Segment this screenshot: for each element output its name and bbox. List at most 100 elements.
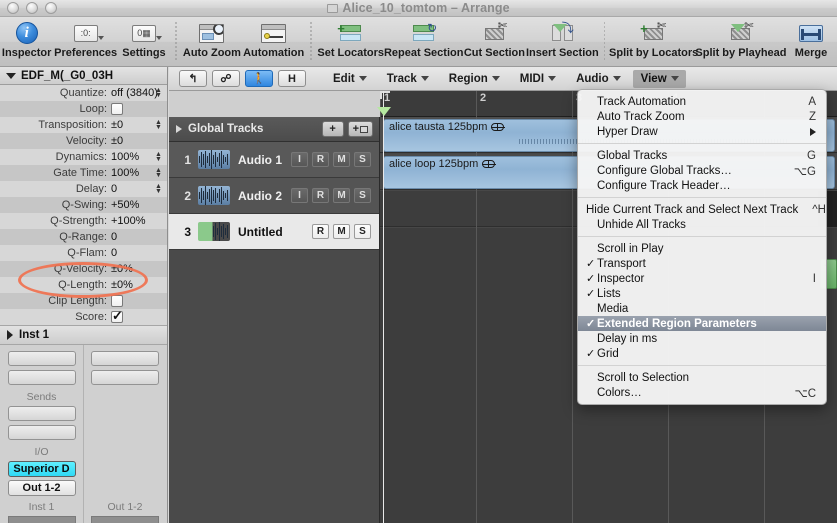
param-row-q-length[interactable]: Q-Length: ±0% (0, 277, 167, 293)
channel-strip-header[interactable]: Inst 1 (0, 325, 167, 345)
track-record-button[interactable]: R (312, 188, 329, 203)
stepper-control[interactable]: ▲ ▼ (154, 167, 163, 179)
menu-item-hide-current-track[interactable]: Hide Current Track and Select Next Track… (578, 202, 826, 217)
toolbar-button-insert-section[interactable]: ⤵ Insert Section (526, 17, 599, 60)
track-name[interactable]: Untitled (238, 225, 283, 239)
track-name[interactable]: Audio 2 (238, 189, 282, 203)
track-solo-button[interactable]: S (354, 188, 371, 203)
insert-slot[interactable] (91, 351, 159, 366)
send-slot[interactable] (7, 406, 76, 421)
menu-track[interactable]: Track (379, 70, 436, 88)
toolbar-button-automation[interactable]: Automation (242, 17, 305, 59)
toolbar-button-inspector[interactable]: i Inspector (0, 17, 53, 59)
score-checkbox[interactable] (111, 308, 123, 324)
menu-midi[interactable]: MIDI (512, 70, 563, 88)
send-slot[interactable] (7, 425, 76, 440)
param-row-q-velocity[interactable]: Q-Velocity: ±0% (0, 261, 167, 277)
menu-item-scroll-in-play[interactable]: Scroll in Play (578, 241, 826, 256)
toolbar-button-settings[interactable]: 0▦ Settings (118, 17, 170, 59)
stepper-control[interactable]: ▲ ▼ (154, 183, 163, 195)
playhead-handle[interactable] (377, 107, 391, 116)
stepper-control[interactable]: ▲ ▼ (154, 119, 163, 131)
track-header-1[interactable]: 1 Audio 1 I R M S (169, 142, 379, 178)
track-record-button[interactable]: R (312, 152, 329, 167)
clip-length-checkbox[interactable] (111, 295, 123, 307)
menu-item-configure-track-header[interactable]: Configure Track Header… (578, 178, 826, 193)
instrument-slot-button[interactable]: Superior D (7, 461, 76, 477)
param-row-loop[interactable]: Loop: (0, 101, 167, 117)
toolbar-button-repeat-section[interactable]: ↻ Repeat Section (384, 17, 463, 60)
track-solo-button[interactable]: S (354, 152, 371, 167)
menu-item-delay-in-ms[interactable]: Delay in ms (578, 331, 826, 346)
track-mute-button[interactable]: M (333, 152, 350, 167)
output-slot-button[interactable]: Out 1-2 (7, 480, 76, 496)
param-row-q-strength[interactable]: Q-Strength: +100% (0, 213, 167, 229)
param-row-delay[interactable]: Delay: 0 ▲ ▼ (0, 181, 167, 197)
toolbar-button-set-locators[interactable]: + Set Locators (317, 17, 385, 60)
menu-item-unhide-all-tracks[interactable]: Unhide All Tracks (578, 217, 826, 232)
param-row-q-swing[interactable]: Q-Swing: +50% (0, 197, 167, 213)
menu-audio[interactable]: Audio (568, 70, 628, 88)
menu-item-configure-global-tracks[interactable]: Configure Global Tracks… ⌥G (578, 163, 826, 178)
track-mute-button[interactable]: M (333, 224, 350, 239)
add-track-button[interactable]: + (321, 121, 344, 137)
insert-slot[interactable] (91, 370, 159, 385)
menu-item-track-automation[interactable]: Track Automation A (578, 94, 826, 109)
toolbar-label: Split by Playhead (695, 47, 787, 59)
menu-item-extended-region-parameters[interactable]: ✓ Extended Region Parameters (578, 316, 826, 331)
param-row-q-flam[interactable]: Q-Flam: 0 (0, 245, 167, 261)
toolbar-button-split-by-playhead[interactable]: ✄ Split by Playhead (695, 17, 787, 59)
track-input-button[interactable]: I (291, 188, 308, 203)
param-row-q-range[interactable]: Q-Range: 0 (0, 229, 167, 245)
toolbar-button-auto-zoom[interactable]: Auto Zoom (182, 17, 242, 59)
menu-item-scroll-to-selection[interactable]: Scroll to Selection (578, 370, 826, 385)
global-tracks-row[interactable]: Global Tracks + + (169, 117, 379, 142)
track-name[interactable]: Audio 1 (238, 153, 282, 167)
insert-section-icon: ⤵ (550, 20, 575, 46)
track-header-3[interactable]: 3 Untitled R M S (169, 214, 379, 250)
menu-item-colors[interactable]: Colors… ⌥C (578, 385, 826, 400)
add-duplicate-track-button[interactable]: + (347, 121, 373, 137)
toolbar-button-split-by-locators[interactable]: + ✄ Split by Locators (609, 17, 698, 59)
param-row-quantize[interactable]: Quantize: off (3840) ▲ ▼ (0, 85, 167, 101)
toolbar-button-merge[interactable]: Merge (785, 17, 837, 59)
link-chain-icon[interactable]: ☍ (212, 70, 240, 87)
menu-edit[interactable]: Edit (325, 70, 374, 88)
disclosure-triangle-right-icon[interactable] (176, 125, 182, 133)
catch-playhead-walker-icon[interactable]: 🚶 (245, 70, 273, 87)
menu-item-lists[interactable]: ✓ Lists (578, 286, 826, 301)
menu-item-media[interactable]: Media (578, 301, 826, 316)
disclosure-triangle-right-icon[interactable] (7, 330, 13, 340)
disclosure-triangle-down-icon[interactable] (6, 72, 16, 79)
view-menu-popup[interactable]: Track Automation A Auto Track Zoom Z Hyp… (577, 89, 827, 405)
track-input-button[interactable]: I (291, 152, 308, 167)
param-row-dynamics[interactable]: Dynamics: 100% ▲ ▼ (0, 149, 167, 165)
inspector-header[interactable]: EDF_M(_G0_03H (0, 67, 167, 85)
param-row-transposition[interactable]: Transposition: ±0 ▲ ▼ (0, 117, 167, 133)
insert-slot[interactable] (7, 351, 76, 366)
param-row-score[interactable]: Score: (0, 308, 167, 325)
insert-slot[interactable] (7, 370, 76, 385)
menu-item-transport[interactable]: ✓ Transport (578, 256, 826, 271)
hide-tracks-button[interactable]: H (278, 70, 306, 87)
param-row-velocity[interactable]: Velocity: ±0 (0, 133, 167, 149)
menu-item-global-tracks[interactable]: Global Tracks G (578, 148, 826, 163)
param-row-clip-length[interactable]: Clip Length: (0, 293, 167, 309)
undo-arrow-icon[interactable]: ↰ (179, 70, 207, 87)
param-row-gate-time[interactable]: Gate Time: 100% ▲ ▼ (0, 165, 167, 181)
toolbar-button-preferences[interactable]: :0: Preferences (53, 17, 118, 59)
loop-checkbox[interactable] (111, 103, 123, 115)
stepper-control[interactable]: ▲ ▼ (154, 151, 163, 163)
menu-item-grid[interactable]: ✓ Grid (578, 346, 826, 361)
menu-item-inspector[interactable]: ✓ Inspector I (578, 271, 826, 286)
track-mute-button[interactable]: M (333, 188, 350, 203)
menu-item-auto-track-zoom[interactable]: Auto Track Zoom Z (578, 109, 826, 124)
menu-view[interactable]: View (632, 69, 686, 88)
toolbar-button-cut-section[interactable]: ✄ Cut Section (463, 17, 526, 59)
track-record-button[interactable]: R (312, 224, 329, 239)
menu-region[interactable]: Region (441, 70, 507, 88)
stepper-control[interactable]: ▲ ▼ (154, 87, 163, 99)
menu-item-hyper-draw[interactable]: Hyper Draw (578, 124, 826, 139)
track-header-2[interactable]: 2 Audio 2 I R M S (169, 178, 379, 214)
track-solo-button[interactable]: S (354, 224, 371, 239)
